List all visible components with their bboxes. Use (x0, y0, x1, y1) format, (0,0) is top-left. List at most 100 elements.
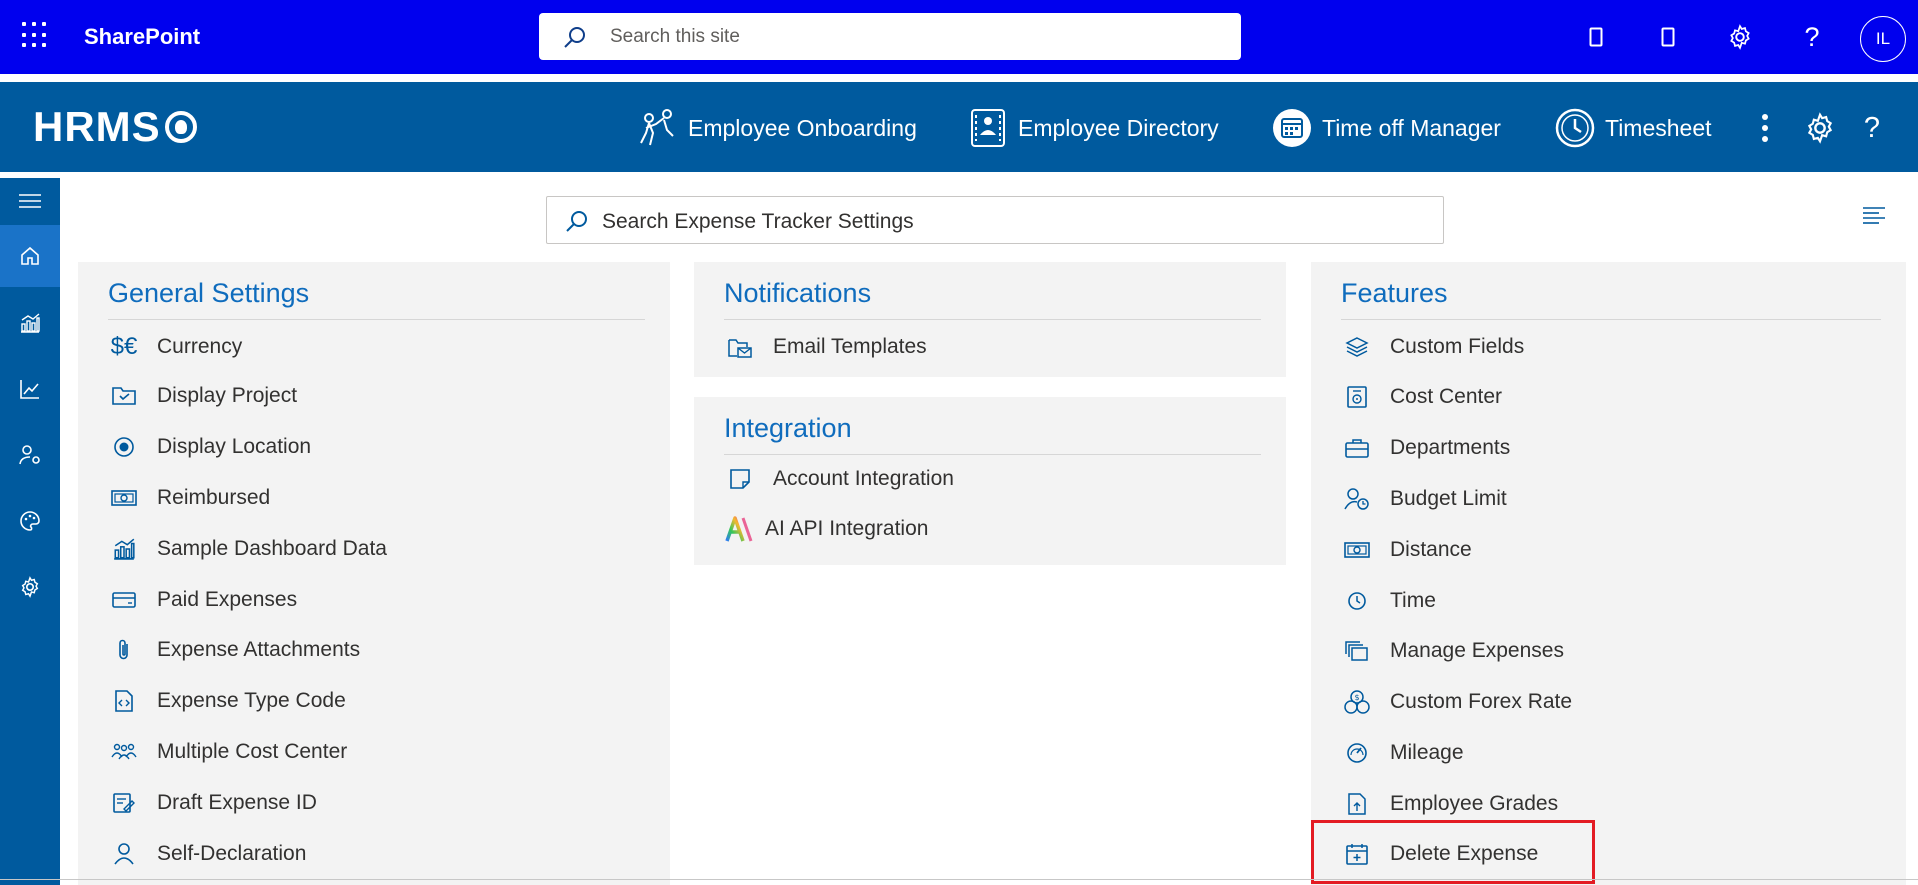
money-icon (108, 482, 140, 514)
divider (1341, 319, 1881, 320)
nav-label: Employee Directory (1018, 114, 1219, 141)
delete-expense-highlight (1311, 820, 1595, 884)
feature-employee-grades[interactable]: Employee Grades (1341, 787, 1558, 821)
nav-time-off-manager[interactable]: Time off Manager (1270, 106, 1501, 150)
palette-icon (20, 511, 40, 531)
search-icon (566, 211, 587, 232)
nav-label: Timesheet (1605, 114, 1712, 141)
feature-manage-expenses[interactable]: Manage Expenses (1341, 634, 1564, 668)
note-icon (724, 463, 756, 495)
general-settings-title: General Settings (108, 278, 310, 308)
setting-display-location[interactable]: Display Location (108, 430, 311, 464)
setting-reimbursed[interactable]: Reimbursed (108, 481, 270, 515)
nav-employee-directory[interactable]: Employee Directory (966, 106, 1219, 150)
onboarding-icon (636, 106, 680, 150)
feature-mileage[interactable]: Mileage (1341, 736, 1464, 770)
user-avatar[interactable]: IL (1860, 16, 1906, 62)
calendar-icon (1270, 106, 1314, 150)
nav-label: Employee Onboarding (688, 114, 917, 141)
person-icon (108, 838, 140, 870)
setting-account-integration[interactable]: Account Integration (724, 462, 954, 496)
left-rail (0, 178, 60, 885)
nav-timesheet[interactable]: Timesheet (1553, 106, 1712, 150)
feature-custom-forex-rate[interactable]: $ Custom Forex Rate (1341, 685, 1572, 719)
draft-icon (108, 787, 140, 819)
setting-paid-expenses[interactable]: Paid Expenses (108, 583, 297, 617)
rail-settings[interactable] (0, 556, 60, 618)
user-gear-icon (19, 445, 40, 465)
integration-panel: Integration Account Integration AI API I… (694, 397, 1286, 565)
person-clock-icon (1341, 483, 1373, 515)
setting-display-project[interactable]: Display Project (108, 379, 297, 413)
cost-center-icon (1341, 381, 1373, 413)
stack-icon (1341, 635, 1373, 667)
file-upload-icon (1341, 788, 1373, 820)
nav-employee-onboarding[interactable]: Employee Onboarding (636, 106, 917, 150)
feature-cost-center[interactable]: Cost Center (1341, 380, 1502, 414)
integration-title: Integration (724, 413, 852, 443)
divider (108, 319, 645, 320)
list-view-icon[interactable] (1862, 206, 1886, 231)
code-file-icon (108, 685, 140, 717)
rail-dashboard[interactable] (0, 292, 60, 354)
site-search-placeholder: Search this site (610, 26, 740, 47)
setting-self-declaration[interactable]: Self-Declaration (108, 837, 306, 871)
general-settings-panel: General Settings $€ Currency Display Pro… (78, 262, 670, 885)
paperclip-icon (108, 634, 140, 666)
divider (724, 454, 1261, 455)
clock-icon (1553, 106, 1597, 150)
device-icon-2[interactable] (1650, 18, 1686, 56)
suite-bar: SharePoint Search this site ? IL (0, 0, 1918, 74)
setting-multiple-cost-center[interactable]: Multiple Cost Center (108, 735, 347, 769)
ai-icon (724, 513, 756, 545)
settings-gear-icon[interactable] (1722, 18, 1758, 56)
briefcase-icon (1341, 432, 1373, 464)
setting-currency[interactable]: $€ Currency (108, 330, 243, 364)
layers-icon (1341, 331, 1373, 363)
features-title: Features (1341, 278, 1448, 308)
search-icon (564, 27, 585, 48)
nav-label: Time off Manager (1322, 114, 1501, 141)
setting-sample-dashboard-data[interactable]: Sample Dashboard Data (108, 532, 387, 566)
settings-search-box[interactable]: Search Expense Tracker Settings (546, 196, 1444, 244)
feature-departments[interactable]: Departments (1341, 431, 1510, 465)
setting-draft-expense-id[interactable]: Draft Expense ID (108, 786, 317, 820)
hrms-header: HRMS Employee Onboarding Employee Direct… (0, 82, 1918, 172)
more-options-icon[interactable] (1745, 108, 1785, 148)
gauge-icon (1341, 737, 1373, 769)
card-icon (108, 584, 140, 616)
project-icon (108, 380, 140, 412)
email-template-icon (724, 331, 756, 363)
clock-icon (1341, 585, 1373, 617)
gear-icon (21, 576, 39, 598)
bar-chart-icon (21, 313, 40, 333)
feature-distance[interactable]: Distance (1341, 533, 1472, 567)
setting-expense-type-code[interactable]: Expense Type Code (108, 684, 346, 718)
line-chart-icon (20, 380, 39, 399)
app-launcher-icon[interactable] (22, 22, 48, 48)
feature-time[interactable]: Time (1341, 584, 1436, 618)
setting-email-templates[interactable]: Email Templates (724, 330, 927, 364)
currency-icon: $€ (110, 333, 138, 360)
setting-ai-api-integration[interactable]: AI API Integration (724, 512, 928, 546)
people-icon (108, 736, 140, 768)
rail-themes[interactable] (0, 490, 60, 552)
site-search-box[interactable]: Search this site (539, 13, 1241, 60)
feature-custom-fields[interactable]: Custom Fields (1341, 330, 1524, 364)
app-help-icon[interactable]: ? (1852, 108, 1892, 148)
rail-user-settings[interactable] (0, 424, 60, 486)
hamburger-menu-icon[interactable] (0, 178, 60, 224)
app-settings-icon[interactable] (1800, 108, 1840, 148)
rail-reports[interactable] (0, 358, 60, 420)
setting-expense-attachments[interactable]: Expense Attachments (108, 633, 360, 667)
logo-person-icon (164, 111, 197, 143)
help-icon[interactable]: ? (1794, 18, 1830, 56)
logo-text: HRMS (33, 103, 161, 150)
sharepoint-title[interactable]: SharePoint (84, 24, 200, 50)
hrms-logo[interactable]: HRMS (33, 103, 197, 151)
notifications-panel: Notifications Email Templates (694, 262, 1286, 377)
device-icon[interactable] (1578, 18, 1614, 56)
home-icon (21, 246, 39, 265)
rail-home[interactable] (0, 225, 60, 287)
feature-budget-limit[interactable]: Budget Limit (1341, 482, 1507, 516)
